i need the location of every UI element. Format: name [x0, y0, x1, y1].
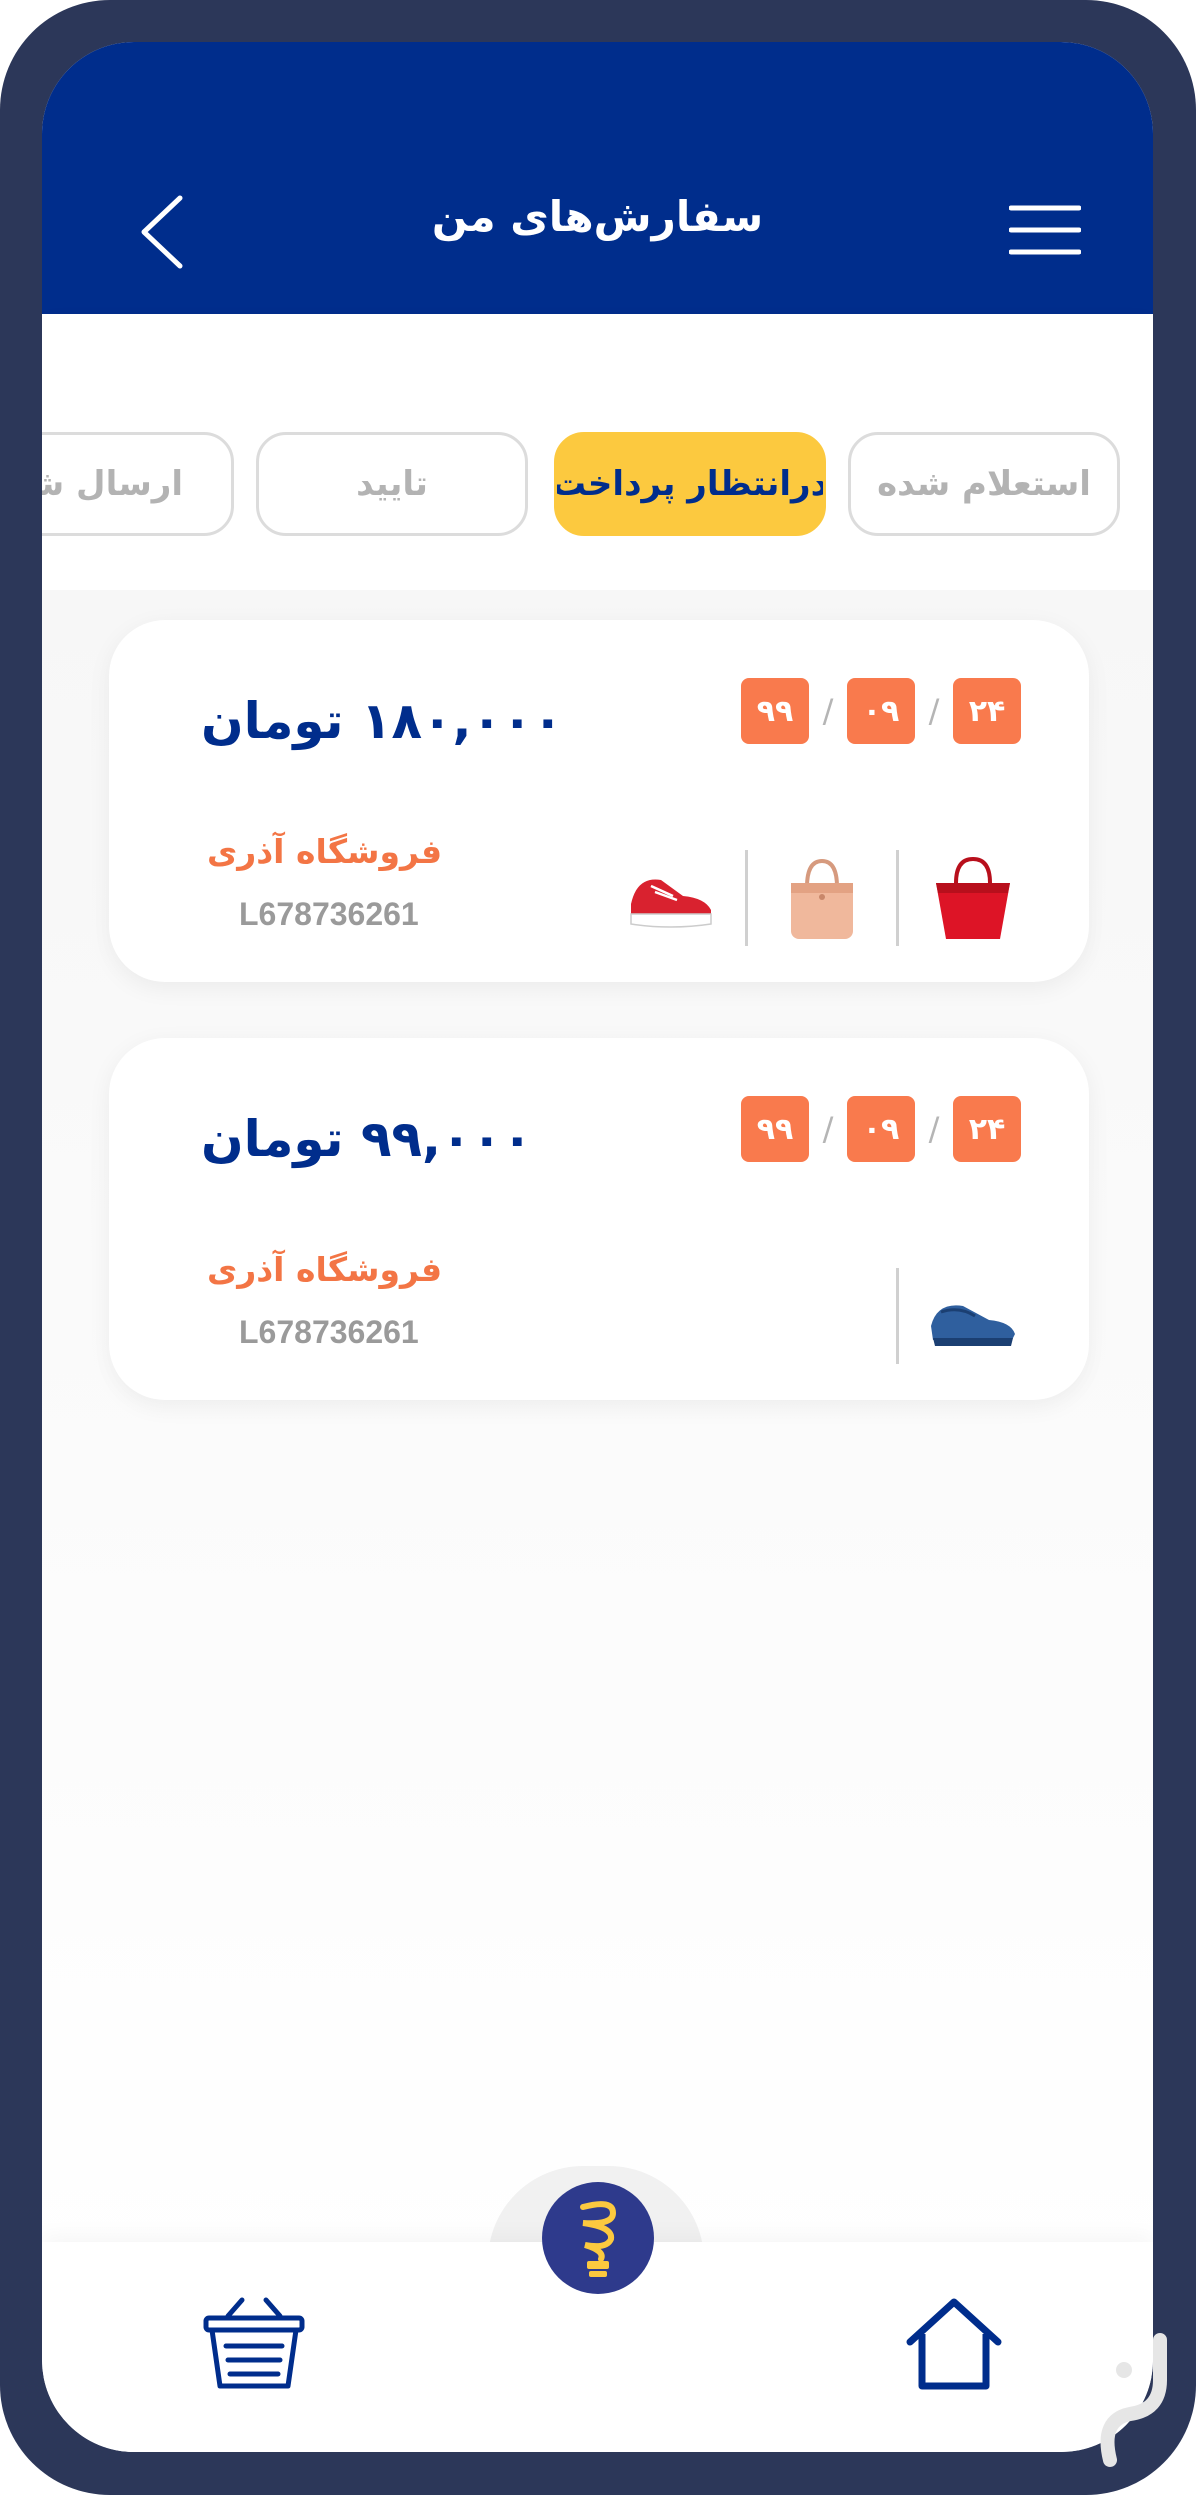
- order-card[interactable]: ۹۹,۰۰۰ تومان ۲۴ / ۰۹ / ۹۹ فروشگاه آذری L…: [109, 1038, 1089, 1400]
- red-sneakers-image: [613, 850, 729, 946]
- date-month: ۰۹: [847, 678, 915, 744]
- tab-inquired[interactable]: استعلام شده: [848, 432, 1120, 536]
- basket-icon[interactable]: [202, 2294, 306, 2394]
- status-tabs: استعلام شده درانتظار پرداخت تایید ارسال …: [42, 314, 1153, 590]
- app-header: سفارش‌های من: [42, 42, 1153, 314]
- home-icon[interactable]: [904, 2294, 1004, 2394]
- date-year: ۹۹: [741, 678, 809, 744]
- date-separator: /: [928, 692, 940, 730]
- order-price: ۹۹,۰۰۰ تومان: [201, 1110, 533, 1168]
- date-day: ۲۴: [953, 678, 1021, 744]
- product-thumbnails: [880, 1268, 1031, 1364]
- pink-handbag-image: [764, 850, 880, 946]
- order-date: ۲۴ / ۰۹ / ۹۹: [741, 678, 1021, 744]
- store-name: فروشگاه آذری: [207, 832, 443, 871]
- lightbulb-logo-icon[interactable]: [542, 2182, 654, 2294]
- store-name: فروشگاه آذری: [207, 1250, 443, 1289]
- product-thumbnails: [613, 850, 1031, 946]
- date-separator: /: [822, 1110, 834, 1148]
- hamburger-menu-icon[interactable]: [1009, 202, 1081, 258]
- date-separator: /: [928, 1110, 940, 1148]
- divider: [745, 850, 748, 946]
- page-title: سفارش‌های من: [431, 192, 764, 241]
- screen: سفارش‌های من استعلام شده درانتظار پرداخت…: [42, 42, 1153, 2452]
- tab-awaiting-payment[interactable]: درانتظار پرداخت: [554, 432, 826, 536]
- divider: [896, 850, 899, 946]
- date-year: ۹۹: [741, 1096, 809, 1162]
- order-price: ۱۸۰,۰۰۰ تومان: [201, 692, 564, 750]
- blue-shoes-image: [915, 1268, 1031, 1364]
- tab-confirmed[interactable]: تایید: [256, 432, 528, 536]
- order-code: L678736261: [239, 1314, 419, 1350]
- order-date: ۲۴ / ۰۹ / ۹۹: [741, 1096, 1021, 1162]
- order-code: L678736261: [239, 896, 419, 932]
- tab-shipped[interactable]: ارسال شده: [42, 432, 234, 536]
- divider: [896, 1268, 899, 1364]
- order-card[interactable]: ۱۸۰,۰۰۰ تومان ۲۴ / ۰۹ / ۹۹ فروشگاه آذری …: [109, 620, 1089, 982]
- store-watermark-icon: [1100, 2333, 1167, 2467]
- date-day: ۲۴: [953, 1096, 1021, 1162]
- date-month: ۰۹: [847, 1096, 915, 1162]
- red-handbag-image: [915, 850, 1031, 946]
- date-separator: /: [822, 692, 834, 730]
